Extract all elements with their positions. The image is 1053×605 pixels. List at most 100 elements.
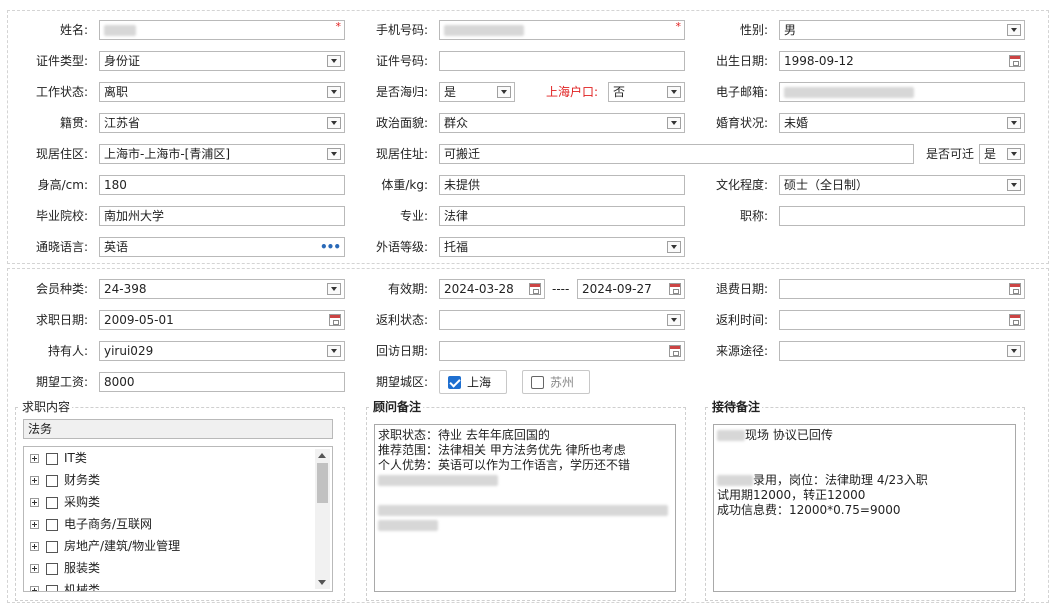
- chevron-down-icon[interactable]: [327, 148, 341, 160]
- id-number-input[interactable]: [439, 51, 685, 71]
- consultant-notes-textarea[interactable]: 求职状态：待业 去年年底回国的 推荐范围：法律相关 甲方法务优先 律所也考虑 个…: [374, 424, 676, 592]
- checkbox-icon[interactable]: [46, 540, 58, 553]
- scroll-up-icon[interactable]: [318, 453, 326, 458]
- validity-start-input[interactable]: 2024-03-28: [439, 279, 545, 299]
- calendar-icon[interactable]: [1009, 55, 1021, 67]
- native-place-label: 籍贯:: [59, 116, 88, 130]
- salary-input[interactable]: 8000: [99, 372, 345, 392]
- chevron-down-icon[interactable]: [327, 55, 341, 67]
- member-type-select[interactable]: 24-398: [99, 279, 345, 299]
- visit-date-input[interactable]: [439, 341, 685, 361]
- validity-end-input[interactable]: 2024-09-27: [577, 279, 685, 299]
- chevron-down-icon[interactable]: [497, 86, 511, 98]
- relocate-select[interactable]: 是: [979, 144, 1025, 164]
- residence-area-select[interactable]: 上海市-上海市-[青浦区]: [99, 144, 345, 164]
- calendar-icon[interactable]: [1009, 314, 1021, 326]
- expand-icon[interactable]: [30, 542, 39, 551]
- education-select[interactable]: 硕士（全日制）: [779, 175, 1025, 195]
- email-input[interactable]: [779, 82, 1025, 102]
- chevron-down-icon[interactable]: [327, 345, 341, 357]
- chevron-down-icon[interactable]: [327, 283, 341, 295]
- tree-item[interactable]: 机械类: [30, 580, 100, 591]
- tree-item[interactable]: IT类: [30, 448, 87, 468]
- school-input[interactable]: 南加州大学: [99, 206, 345, 226]
- native-place-select[interactable]: 江苏省: [99, 113, 345, 133]
- major-input[interactable]: 法律: [439, 206, 685, 226]
- scroll-thumb[interactable]: [317, 463, 328, 503]
- city-option-shanghai[interactable]: 上海: [439, 370, 507, 394]
- name-input[interactable]: *: [99, 20, 345, 40]
- chevron-down-icon[interactable]: [1007, 24, 1021, 36]
- tree-scrollbar[interactable]: [315, 449, 330, 589]
- more-options-icon[interactable]: •••: [320, 238, 341, 256]
- expand-icon[interactable]: [30, 498, 39, 507]
- weight-input[interactable]: 未提供: [439, 175, 685, 195]
- tree-item[interactable]: 房地产/建筑/物业管理: [30, 536, 180, 556]
- tree-item[interactable]: 电子商务/互联网: [30, 514, 152, 534]
- checkbox-icon[interactable]: [531, 376, 544, 389]
- chevron-down-icon[interactable]: [327, 86, 341, 98]
- political-status-select[interactable]: 群众: [439, 113, 685, 133]
- refund-date-input[interactable]: [779, 279, 1025, 299]
- chevron-down-icon[interactable]: [667, 314, 681, 326]
- redacted-name: [104, 25, 136, 36]
- chevron-down-icon[interactable]: [1007, 345, 1021, 357]
- work-status-select[interactable]: 离职: [99, 82, 345, 102]
- chevron-down-icon[interactable]: [1007, 117, 1021, 129]
- chevron-down-icon[interactable]: [327, 117, 341, 129]
- expand-icon[interactable]: [30, 564, 39, 573]
- chevron-down-icon[interactable]: [1007, 179, 1021, 191]
- checkbox-icon[interactable]: [46, 496, 58, 509]
- checkbox-icon[interactable]: [46, 518, 58, 531]
- checkbox-icon[interactable]: [46, 474, 58, 487]
- expand-icon[interactable]: [30, 476, 39, 485]
- holder-select[interactable]: yirui029: [99, 341, 345, 361]
- expand-icon[interactable]: [30, 520, 39, 529]
- job-date-input[interactable]: 2009-05-01: [99, 310, 345, 330]
- school-label: 毕业院校:: [35, 209, 88, 223]
- reception-notes-textarea[interactable]: 现场 协议已回传 录用，岗位：法律助理 4/23入职 试用期12000，转正12…: [713, 424, 1016, 592]
- city-option-suzhou[interactable]: 苏州: [522, 370, 590, 394]
- calendar-icon[interactable]: [329, 314, 341, 326]
- checkbox-icon[interactable]: [46, 584, 58, 591]
- job-title-input[interactable]: [779, 206, 1025, 226]
- returnee-select[interactable]: 是: [439, 82, 515, 102]
- tree-item[interactable]: 财务类: [30, 470, 100, 490]
- foreign-level-select[interactable]: 托福: [439, 237, 685, 257]
- shanghai-hukou-select[interactable]: 否: [608, 82, 685, 102]
- chevron-down-icon[interactable]: [667, 241, 681, 253]
- source-select[interactable]: [779, 341, 1025, 361]
- checkbox-icon[interactable]: [46, 562, 58, 575]
- job-category-tree[interactable]: IT类 财务类 采购类 电子商务/互联网 房地产/建筑/物业管理 服装类 机械类: [23, 446, 333, 592]
- job-search-input[interactable]: 法务: [23, 419, 333, 439]
- id-number-label: 证件号码:: [375, 54, 428, 68]
- calendar-icon[interactable]: [669, 283, 681, 295]
- chevron-down-icon[interactable]: [667, 117, 681, 129]
- checkbox-checked-icon[interactable]: [448, 376, 461, 389]
- id-type-select[interactable]: 身份证: [99, 51, 345, 71]
- expand-icon[interactable]: [30, 454, 39, 463]
- tree-item[interactable]: 采购类: [30, 492, 100, 512]
- calendar-icon[interactable]: [1009, 283, 1021, 295]
- name-label: 姓名:: [59, 23, 88, 37]
- address-input[interactable]: 可搬迁: [439, 144, 914, 164]
- required-mark: *: [335, 20, 342, 33]
- gender-select[interactable]: 男: [779, 20, 1025, 40]
- rebate-time-input[interactable]: [779, 310, 1025, 330]
- calendar-icon[interactable]: [529, 283, 541, 295]
- rebate-status-select[interactable]: [439, 310, 685, 330]
- chevron-down-icon[interactable]: [1007, 148, 1021, 160]
- note-line: 录用，岗位：法律助理 4/23入职: [753, 473, 928, 487]
- salary-label: 期望工资:: [35, 375, 88, 389]
- calendar-icon[interactable]: [669, 345, 681, 357]
- height-input[interactable]: 180: [99, 175, 345, 195]
- birth-date-input[interactable]: 1998-09-12: [779, 51, 1025, 71]
- tree-item[interactable]: 服装类: [30, 558, 100, 578]
- phone-input[interactable]: *: [439, 20, 685, 40]
- language-input[interactable]: 英语 •••: [99, 237, 345, 257]
- scroll-down-icon[interactable]: [318, 580, 326, 585]
- marital-status-select[interactable]: 未婚: [779, 113, 1025, 133]
- expand-icon[interactable]: [30, 586, 39, 591]
- chevron-down-icon[interactable]: [667, 86, 681, 98]
- checkbox-icon[interactable]: [46, 452, 58, 465]
